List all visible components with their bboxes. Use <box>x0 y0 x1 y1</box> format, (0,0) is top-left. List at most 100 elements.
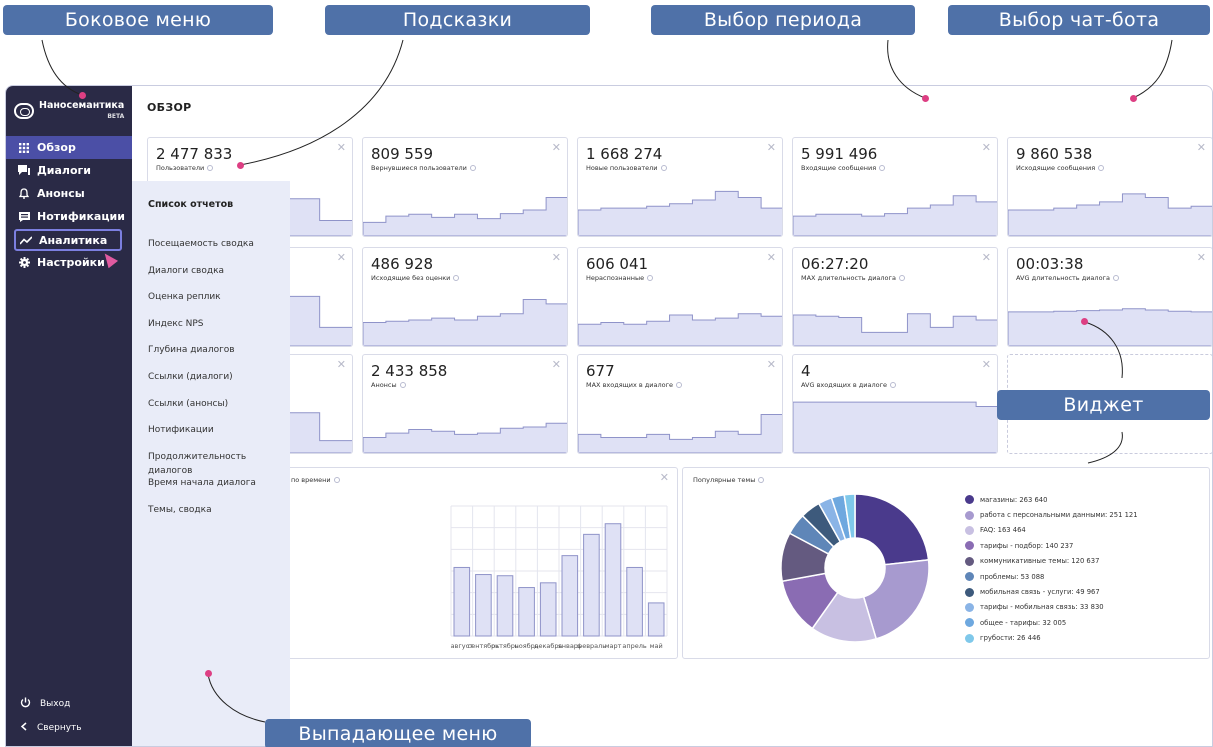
legend-item[interactable]: магазины: 263 640 <box>965 492 1138 507</box>
help-icon[interactable] <box>879 165 886 171</box>
legend-label: коммуникативные темы: 120 637 <box>980 557 1100 566</box>
sidebar-item-analytics[interactable]: Аналитика <box>14 229 122 251</box>
metric-label: MAX длительность диалога <box>801 274 896 282</box>
metric-card[interactable]: 06:27:20 MAX длительность диалога ✕ <box>792 247 998 347</box>
legend-item[interactable]: грубости: 26 446 <box>965 631 1138 646</box>
x-tick-label: март <box>605 642 622 650</box>
legend-item[interactable]: работа с персональными данными: 251 121 <box>965 507 1138 522</box>
metric-label: AVG входящих в диалоге <box>801 381 888 389</box>
metric-card[interactable]: 1 668 274 Новые пользователи ✕ <box>577 137 783 237</box>
topics-donut-chart <box>780 493 930 643</box>
dropdown-item[interactable]: Посещаемость сводка <box>148 237 290 264</box>
metric-value: 00:03:38 <box>1016 255 1084 273</box>
help-icon[interactable] <box>469 165 476 171</box>
metric-card[interactable]: 9 860 538 Исходящие сообщения ✕ <box>1007 137 1212 237</box>
metric-card[interactable]: 4 AVG входящих в диалоге ✕ <box>792 354 998 454</box>
collapse-button[interactable]: Свернуть <box>6 716 132 740</box>
brand-name: Наносемантика <box>39 100 125 111</box>
help-icon[interactable] <box>453 275 460 281</box>
help-icon[interactable] <box>1112 275 1119 281</box>
sparkline-area <box>793 401 997 453</box>
metric-card[interactable]: 5 991 496 Входящие сообщения ✕ <box>792 137 998 237</box>
sparkline-chart <box>793 195 997 236</box>
metric-card[interactable]: 00:03:38 AVG длительность диалога ✕ <box>1007 247 1212 347</box>
legend-item[interactable]: проблемы: 53 088 <box>965 569 1138 584</box>
dropdown-item[interactable]: Время начала диалога <box>148 476 290 503</box>
dropdown-item[interactable]: Продолжительность диалогов <box>148 450 290 477</box>
close-icon[interactable]: ✕ <box>552 358 561 371</box>
metric-value: 2 477 833 <box>156 145 233 163</box>
annotation-sidebar-menu: Боковое меню <box>3 5 273 35</box>
metric-card[interactable]: 2 433 858 Анонсы ✕ <box>362 354 568 454</box>
sparkline-chart <box>1008 308 1212 346</box>
help-icon[interactable] <box>898 275 905 281</box>
close-icon[interactable]: ✕ <box>552 141 561 154</box>
metric-card[interactable]: 606 041 Нераспознанные ✕ <box>577 247 783 347</box>
legend-item[interactable]: мобильная связь - услуги: 49 967 <box>965 584 1138 599</box>
sidebar-item-overview[interactable]: Обзор <box>6 136 132 159</box>
legend-item[interactable]: тарифы - мобильная связь: 33 830 <box>965 600 1138 615</box>
close-icon[interactable]: ✕ <box>767 141 776 154</box>
dropdown-item[interactable]: Темы, сводка <box>148 503 290 530</box>
legend-swatch <box>965 525 974 535</box>
close-icon[interactable]: ✕ <box>1197 251 1206 264</box>
legend-item[interactable]: общее - тарифы: 32 005 <box>965 615 1138 630</box>
bell-icon <box>18 188 30 200</box>
help-icon[interactable] <box>890 382 897 388</box>
legend-swatch <box>965 510 974 520</box>
close-icon[interactable]: ✕ <box>337 251 346 264</box>
sparkline-chart <box>578 313 782 346</box>
dropdown-item[interactable]: Нотификации <box>148 423 290 450</box>
topics-panel: Популярные темы магазины: 263 640 работа … <box>682 467 1210 659</box>
reports-dropdown: Список отчетов Посещаемость сводка Диалог… <box>132 181 290 746</box>
close-icon[interactable]: ✕ <box>982 141 991 154</box>
close-icon[interactable]: ✕ <box>337 141 346 154</box>
legend-swatch <box>965 541 974 551</box>
dropdown-item[interactable]: Глубина диалогов <box>148 343 290 370</box>
trend-icon <box>20 234 32 246</box>
page-title: ОБЗОР <box>147 101 192 114</box>
sparkline-area <box>793 195 997 236</box>
metric-card[interactable]: 486 928 Исходящие без оценки ✕ <box>362 247 568 347</box>
metric-value: 809 559 <box>371 145 434 163</box>
sidebar-item-announcements[interactable]: Анонсы <box>6 182 132 205</box>
legend-item[interactable]: коммуникативные темы: 120 637 <box>965 554 1138 569</box>
sparkline-area <box>578 313 782 346</box>
sidebar-item-dialogs[interactable]: Диалоги <box>6 159 132 182</box>
legend-label: общее - тарифы: 32 005 <box>980 618 1067 627</box>
dropdown-item[interactable]: Оценка реплик <box>148 290 290 317</box>
sidebar-item-notifications[interactable]: Нотификации <box>6 205 132 228</box>
help-icon[interactable] <box>647 275 654 281</box>
help-icon[interactable] <box>660 165 667 171</box>
sparkline-area <box>363 422 567 453</box>
close-icon[interactable]: ✕ <box>767 251 776 264</box>
help-icon[interactable] <box>399 382 406 388</box>
close-icon[interactable]: ✕ <box>982 251 991 264</box>
sidebar-nav: Обзор Диалоги Анонсы Нотификации Аналити… <box>6 136 132 274</box>
legend-item[interactable]: FAQ: 163 464 <box>965 523 1138 538</box>
legend-swatch <box>965 572 974 582</box>
metric-label: Новые пользователи <box>586 164 658 172</box>
dropdown-item[interactable]: Диалоги сводка <box>148 264 290 291</box>
metric-card[interactable]: 677 MAX входящих в диалоге ✕ <box>577 354 783 454</box>
brand-logo[interactable]: Наносемантика BETA <box>14 100 124 122</box>
close-icon[interactable]: ✕ <box>767 358 776 371</box>
dropdown-item[interactable]: Ссылки (диалоги) <box>148 370 290 397</box>
help-icon[interactable] <box>207 165 214 171</box>
bar <box>539 582 557 637</box>
legend-item[interactable]: тарифы - подбор: 140 237 <box>965 538 1138 553</box>
sidebar-item-label: Обзор <box>37 141 76 154</box>
close-icon[interactable]: ✕ <box>337 358 346 371</box>
dropdown-item[interactable]: Ссылки (анонсы) <box>148 397 290 424</box>
help-icon[interactable] <box>676 382 683 388</box>
metric-label: Исходящие без оценки <box>371 274 451 282</box>
dropdown-item[interactable]: Индекс NPS <box>148 317 290 344</box>
metric-card[interactable]: 809 559 Вернувшиеся пользователи ✕ <box>362 137 568 237</box>
logout-button[interactable]: Выход <box>6 692 132 716</box>
close-icon[interactable]: ✕ <box>1197 141 1206 154</box>
close-icon[interactable]: ✕ <box>552 251 561 264</box>
close-icon[interactable]: ✕ <box>982 358 991 371</box>
legend-swatch <box>965 633 974 643</box>
help-icon[interactable] <box>1098 165 1105 171</box>
sidebar-item-label: Диалоги <box>37 164 91 177</box>
